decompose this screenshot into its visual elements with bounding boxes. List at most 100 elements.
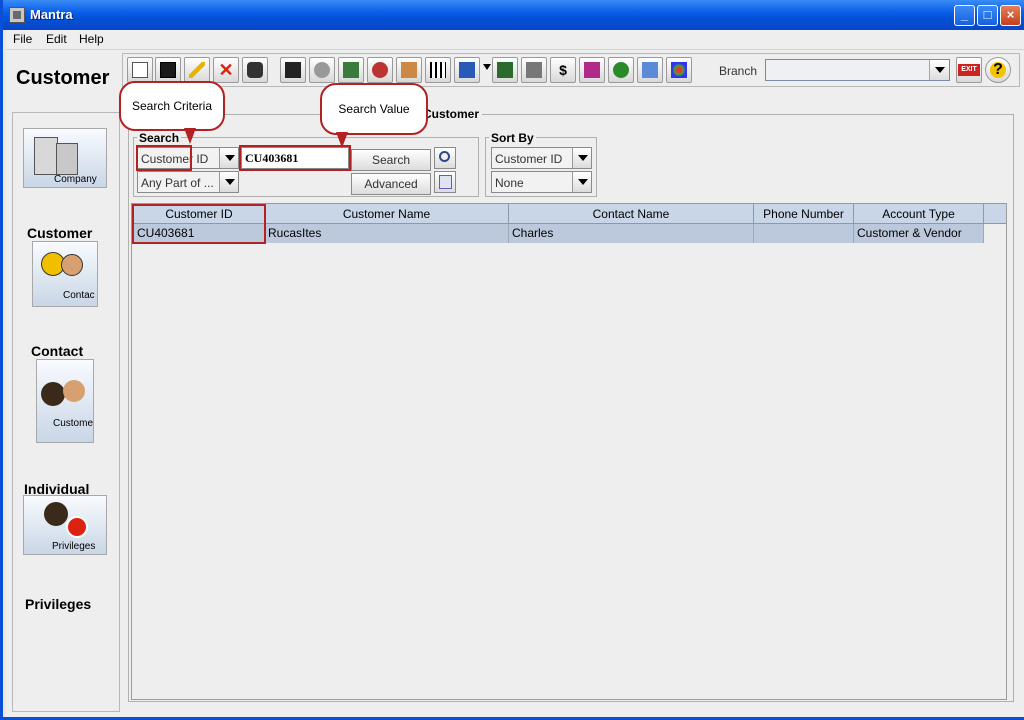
branch-dropdown-button[interactable]: [929, 60, 949, 80]
g-report-button[interactable]: [579, 57, 605, 83]
nav-caption-company: Company: [54, 174, 97, 185]
title-bar[interactable]: Mantra _ □ ×: [3, 0, 1024, 30]
report-button[interactable]: [280, 57, 306, 83]
transfer-button[interactable]: [338, 57, 364, 83]
save-icon: [160, 62, 176, 78]
nav-label-contact[interactable]: Contact: [31, 343, 83, 359]
nav-label-customer[interactable]: Customer: [27, 225, 92, 241]
cell-phone-number: [754, 224, 854, 243]
money-button[interactable]: $: [550, 57, 576, 83]
menu-help[interactable]: Help: [79, 32, 104, 46]
results-table: Customer ID Customer Name Contact Name P…: [131, 203, 1007, 700]
nav-caption-individual: Custome: [53, 418, 94, 429]
refresh-icon: [314, 62, 330, 78]
callout-tail: [184, 128, 196, 144]
edit-pencil-icon: [189, 62, 205, 78]
advanced-search-button[interactable]: [434, 171, 456, 193]
chevron-down-icon: [578, 155, 588, 161]
search-match-value: Any Part of ...: [141, 176, 214, 190]
nav-company-button[interactable]: Company: [23, 128, 107, 188]
col-customer-id[interactable]: Customer ID: [134, 204, 265, 224]
sort-order-select[interactable]: None: [491, 171, 592, 193]
help-button[interactable]: ?: [985, 57, 1011, 83]
callout-tail: [336, 132, 348, 148]
building-icon: [34, 137, 58, 175]
col-customer-name[interactable]: Customer Name: [265, 204, 509, 224]
film-button[interactable]: [492, 57, 518, 83]
match-dropdown-button[interactable]: [219, 172, 238, 192]
nav-contact-button[interactable]: Contac: [32, 241, 98, 307]
grid-icon: [430, 62, 446, 78]
chevron-down-icon: [225, 179, 235, 185]
document-button[interactable]: [521, 57, 547, 83]
client-area: File Edit Help Customer ✕ $ Branch EXIT …: [6, 30, 1024, 717]
report-icon: [285, 62, 301, 78]
individual-person-icon: [41, 382, 65, 406]
col-contact-name[interactable]: Contact Name: [509, 204, 754, 224]
cell-customer-id: CU403681: [134, 224, 265, 243]
exit-button[interactable]: EXIT: [956, 57, 982, 83]
cell-customer-name: RucasItes: [265, 224, 509, 243]
search-criteria-select[interactable]: Customer ID: [137, 147, 239, 169]
new-button[interactable]: [127, 57, 153, 83]
maximize-button[interactable]: □: [977, 5, 998, 26]
sort-field-dropdown-button[interactable]: [572, 148, 591, 168]
g-report-icon: [584, 62, 600, 78]
delete-button[interactable]: ✕: [213, 57, 239, 83]
delete-x-icon: ✕: [218, 60, 234, 80]
criteria-dropdown-button[interactable]: [219, 148, 238, 168]
refresh-button[interactable]: [309, 57, 335, 83]
film-icon: [497, 62, 513, 78]
forms-button[interactable]: [454, 57, 480, 83]
document-icon: [526, 62, 542, 78]
search-input[interactable]: [242, 148, 348, 168]
sort-order-dropdown-button[interactable]: [572, 172, 591, 192]
search-button[interactable]: Search: [351, 149, 431, 171]
search-match-select[interactable]: Any Part of ...: [137, 171, 239, 193]
nav-individual-button[interactable]: Custome: [36, 359, 94, 443]
chevron-down-icon[interactable]: [483, 64, 491, 70]
advanced-button[interactable]: Advanced: [351, 173, 431, 195]
search-value-callout: Search Value: [320, 83, 428, 135]
close-button[interactable]: ×: [1000, 5, 1021, 26]
app-icon: [9, 7, 25, 23]
edit-button[interactable]: [184, 57, 210, 83]
save-button[interactable]: [155, 57, 181, 83]
nav-privileges-button[interactable]: Privileges: [23, 495, 107, 555]
chevron-down-icon: [935, 67, 945, 73]
menu-file[interactable]: File: [13, 32, 32, 46]
nav-label-privileges[interactable]: Privileges: [25, 596, 91, 612]
privileges-person-icon: [44, 502, 68, 526]
help-icon: ?: [990, 62, 1006, 78]
menu-bar: File Edit Help: [6, 30, 1024, 50]
table-row[interactable]: CU403681 RucasItes Charles Customer & Ve…: [132, 224, 984, 243]
search-value-field[interactable]: [241, 147, 349, 169]
advanced-search-icon: [439, 175, 452, 189]
sort-order-value: None: [495, 176, 524, 190]
cell-account-type: Customer & Vendor: [854, 224, 984, 243]
page-title: Customer: [16, 67, 110, 89]
transfer-icon: [343, 62, 359, 78]
nav-caption-contact: Contac: [63, 290, 95, 301]
money-icon: $: [559, 62, 567, 78]
exit-icon: EXIT: [958, 64, 980, 76]
sort-field-select[interactable]: Customer ID: [491, 147, 592, 169]
nav-caption-privileges: Privileges: [52, 541, 96, 552]
photo-button[interactable]: [396, 57, 422, 83]
recycle-button[interactable]: [608, 57, 634, 83]
minimize-button[interactable]: _: [954, 5, 975, 26]
find-button[interactable]: [242, 57, 268, 83]
sort-field-value: Customer ID: [495, 152, 563, 166]
col-phone-number[interactable]: Phone Number: [754, 204, 854, 224]
menu-edit[interactable]: Edit: [46, 32, 67, 46]
grid-button[interactable]: [425, 57, 451, 83]
palette-button[interactable]: [666, 57, 692, 83]
search-magnifier-button[interactable]: [434, 147, 456, 169]
window-button[interactable]: [637, 57, 663, 83]
users-icon: [372, 62, 388, 78]
branch-select[interactable]: [765, 59, 950, 81]
left-nav: Company Customer Contac Contact Custome …: [12, 112, 120, 712]
col-account-type[interactable]: Account Type: [854, 204, 984, 224]
users-button[interactable]: [367, 57, 393, 83]
chevron-down-icon: [578, 179, 588, 185]
